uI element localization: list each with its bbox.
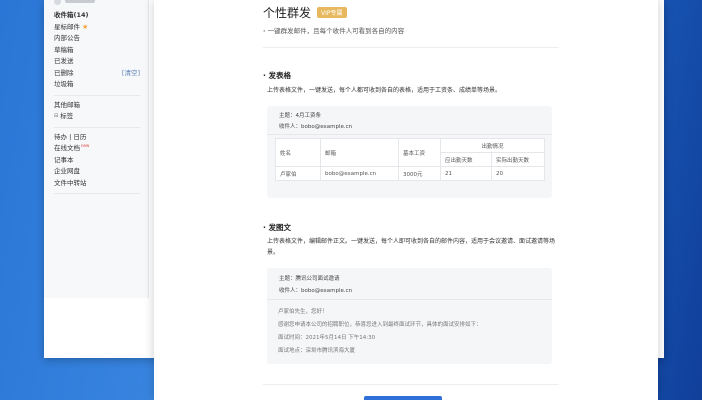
folder-menu: 收件箱(14) 星标邮件 ★ 内部公告草稿箱已发送已删除 [清空] 垃圾箱其他邮箱 ⊟ 标签待… (54, 10, 140, 194)
sidebar-item-label: 星标邮件 (54, 22, 80, 31)
text-example-card: 主题：腾讯公司面试邀请 收件人：bobo@example.cn 卢家伯先生，您好… (267, 268, 552, 364)
section-title-text: 发图文 (268, 223, 291, 232)
sidebar-item[interactable]: 其他邮箱 (54, 100, 140, 112)
collapse-icon[interactable]: ⊟ (54, 111, 58, 123)
new-badge: new (81, 143, 90, 148)
dialog-header: 个性群发 VIP专属 (263, 4, 347, 21)
message-line: 面试地点：深圳市腾讯滨海大厦 (278, 348, 356, 354)
section-title-text: 发表格 (268, 71, 291, 80)
table-cell: 3000元 (398, 166, 441, 181)
table-header-cell: 出勤情况 (440, 138, 545, 153)
table-header-cell: 基本工资 (398, 138, 441, 167)
vip-badge: VIP专属 (317, 7, 347, 18)
section-title-text-mail: · 发图文 (263, 222, 291, 233)
sidebar-item-label: 标签 (60, 112, 74, 120)
example-table: 姓名 邮箱 基本工资 出勤情况 应出勤天数 实际出勤天数 卢家伯 bobo@ex… (275, 138, 545, 181)
sidebar-item[interactable]: 星标邮件 ★ (54, 22, 140, 34)
menu-group: 其他邮箱 ⊟ 标签 (54, 100, 140, 128)
sidebar-item[interactable]: 收件箱(14) (54, 10, 140, 22)
table-header-cell: 姓名 (275, 138, 321, 167)
message-line: 面试时间：2021年5月14日 下午14:30 (278, 335, 376, 341)
example-recipient: 收件人：bobo@example.cn (279, 288, 353, 294)
sidebar-item-label: 在线文档 (54, 144, 80, 152)
sidebar-item[interactable]: 已发送 (54, 56, 140, 68)
table-header-cell: 实际出勤天数 (491, 152, 545, 167)
sidebar-item[interactable]: 已删除 [清空] (54, 68, 140, 80)
sidebar-item[interactable]: 草稿箱 (54, 45, 140, 57)
example-subject: 主题：腾讯公司面试邀请 (279, 276, 340, 282)
account-header[interactable] (54, 0, 140, 6)
table-row: 卢家伯 bobo@example.cn 3000元 21 20 (275, 166, 545, 181)
divider (263, 384, 559, 385)
table-cell: 卢家伯 (275, 166, 321, 181)
section-desc-table: 上传表格文件，一键发送，每个人都可收到各自的表格，适用于工资条、成绩单等场景。 (267, 87, 502, 94)
sidebar-item-label: 企业网盘 (54, 167, 80, 175)
table-header-cell: 邮箱 (320, 138, 399, 167)
sidebar-item-label: 文件中转站 (54, 178, 87, 187)
table-header-cell: 应出勤天数 (440, 152, 492, 167)
example-recipient: 收件人：bobo@example.cn (279, 124, 353, 130)
table-header-row: 姓名 邮箱 基本工资 出勤情况 (275, 138, 545, 167)
bullet-dot: · (263, 223, 266, 232)
message-line: 卢家伯先生，您好！ (278, 309, 328, 315)
menu-group: 收件箱(14) 星标邮件 ★ 内部公告草稿箱已发送已删除 [清空] 垃圾箱 (54, 10, 140, 96)
sidebar-item-label: 其他邮箱 (54, 100, 80, 109)
table-cell: 21 (440, 166, 492, 181)
message-line: 感谢您申请本公司的招聘职位，恭喜您进入到最终面试环节，具体的面试安排如下： (278, 322, 482, 328)
sidebar-item-label: 内部公告 (54, 34, 80, 42)
table-cell: bobo@example.cn (320, 166, 399, 181)
section-title-table: · 发表格 (263, 70, 291, 81)
sidebar-item[interactable]: 垃圾箱 (54, 79, 140, 91)
sidebar-item-label: 垃圾箱 (54, 80, 74, 88)
sidebar-item[interactable]: 文件中转站 (54, 178, 140, 190)
sidebar-item[interactable]: 企业网盘 (54, 166, 140, 178)
start-mass-send-button[interactable] (364, 396, 442, 400)
page-subtitle: · 一键群发邮件，且每个收件人可看到各自的内容 (263, 25, 404, 35)
divider (263, 47, 559, 48)
section-desc-text-mail: 上传表格文件，编辑邮件正文。一键发送，每个人即可收到各自的邮件内容，适用于会议邀… (267, 238, 556, 256)
mass-mail-dialog: 个性群发 VIP专属 · 一键群发邮件，且每个收件人可看到各自的内容 · 发表格… (154, 0, 658, 400)
empty-trash-link[interactable]: [清空] (122, 68, 140, 80)
avatar (54, 0, 61, 5)
sidebar-item-label: 收件箱(14) (54, 11, 89, 19)
card-divider (267, 134, 552, 135)
sidebar-item-label: 已发送 (54, 57, 74, 65)
bullet-dot: · (263, 71, 266, 80)
example-subject: 主题：4月工资条 (279, 113, 321, 119)
table-example-card: 主题：4月工资条 收件人：bobo@example.cn 姓名 邮箱 基本工资 … (267, 106, 552, 198)
account-name (65, 0, 95, 3)
sidebar-item[interactable]: ⊟ 标签 (54, 111, 140, 123)
star-icon: ★ (82, 22, 89, 31)
sidebar-item-label: 已删除 (54, 68, 74, 77)
table-cell: 20 (491, 166, 545, 181)
sidebar-item-label: 记事本 (54, 155, 74, 164)
sidebar-item[interactable]: 记事本 (54, 155, 140, 167)
sidebar-item-label: 草稿箱 (54, 45, 74, 54)
bullet-dot: · (263, 27, 266, 35)
menu-group: 待办 | 日历 在线文档 new 记事本 企业网盘 文件中转站 (54, 132, 140, 194)
subtitle-text: 一键群发邮件，且每个收件人可看到各自的内容 (267, 27, 405, 35)
sidebar-item[interactable]: 内部公告 (54, 33, 140, 45)
mail-sidebar: 收件箱(14) 星标邮件 ★ 内部公告草稿箱已发送已删除 [清空] 垃圾箱其他邮箱 ⊟ 标签待… (44, 0, 149, 298)
sidebar-item[interactable]: 在线文档 new (54, 143, 140, 155)
card-divider (267, 299, 552, 300)
sidebar-item[interactable]: 待办 | 日历 (54, 132, 140, 144)
page-title: 个性群发 (263, 6, 312, 20)
